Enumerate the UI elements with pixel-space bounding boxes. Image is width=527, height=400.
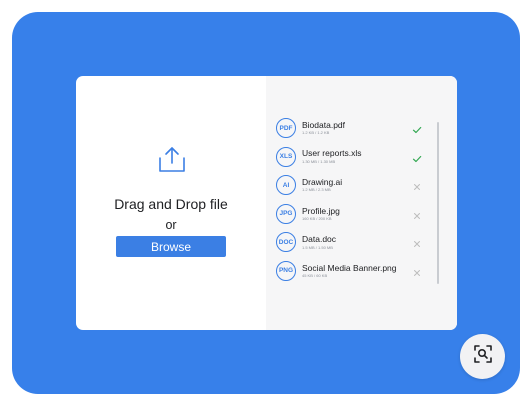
drop-zone[interactable]: Drag and Drop file or Browse bbox=[76, 76, 266, 330]
file-item: XLS User reports.xls 1.30 MB / 1.30 MB bbox=[276, 146, 426, 169]
file-type-badge: PNG bbox=[276, 260, 296, 281]
file-name: Drawing.ai bbox=[302, 176, 343, 187]
file-item: DOC Data.doc 1.5 MB / 1.50 MB bbox=[276, 232, 426, 254]
close-icon[interactable] bbox=[412, 236, 422, 254]
upload-card: Drag and Drop file or Browse PDF Biodata… bbox=[76, 76, 457, 330]
file-name: Data.doc bbox=[302, 234, 337, 245]
file-item: PDF Biodata.pdf 1.2 KB / 1.2 KB bbox=[276, 118, 426, 138]
file-type-badge: DOC bbox=[276, 232, 296, 253]
file-size: 1.2 MB / 2.3 MB bbox=[302, 187, 331, 193]
file-name: Biodata.pdf bbox=[302, 119, 346, 130]
file-size: 45 KB / 60 KB bbox=[302, 273, 328, 279]
file-item: PNG Social Media Banner.png 45 KB / 60 K… bbox=[276, 260, 426, 283]
close-icon[interactable] bbox=[412, 265, 422, 283]
file-type-badge: XLS bbox=[276, 146, 296, 167]
zoom-search-icon bbox=[473, 344, 493, 369]
file-item: JPG Profile.jpg 160 KB / 200 KB bbox=[276, 203, 426, 226]
file-size: 1.5 MB / 1.50 MB bbox=[302, 244, 333, 250]
close-icon[interactable] bbox=[412, 208, 422, 226]
upload-icon bbox=[157, 146, 187, 179]
file-name: Social Media Banner.png bbox=[302, 262, 397, 273]
file-name: User reports.xls bbox=[302, 148, 362, 159]
file-name: Profile.jpg bbox=[302, 205, 340, 216]
file-size: 1.2 KB / 1.2 KB bbox=[302, 130, 330, 136]
file-list: PDF Biodata.pdf 1.2 KB / 1.2 KB XLS User… bbox=[276, 118, 426, 290]
check-icon bbox=[412, 122, 422, 140]
or-separator: or bbox=[165, 218, 177, 232]
file-list-panel: PDF Biodata.pdf 1.2 KB / 1.2 KB XLS User… bbox=[266, 76, 457, 330]
file-item: AI Drawing.ai 1.2 MB / 2.3 MB bbox=[276, 175, 426, 197]
zoom-button[interactable] bbox=[460, 334, 505, 379]
file-type-badge: JPG bbox=[276, 203, 296, 224]
check-icon bbox=[412, 151, 422, 169]
browse-button[interactable]: Browse bbox=[116, 236, 226, 257]
drag-drop-title: Drag and Drop file bbox=[114, 196, 228, 212]
file-size: 160 KB / 200 KB bbox=[302, 216, 332, 222]
file-size: 1.30 MB / 1.30 MB bbox=[302, 158, 336, 164]
close-icon[interactable] bbox=[412, 179, 422, 197]
file-type-badge: AI bbox=[276, 175, 296, 196]
file-type-badge: PDF bbox=[276, 118, 296, 138]
scrollbar[interactable] bbox=[437, 122, 439, 284]
